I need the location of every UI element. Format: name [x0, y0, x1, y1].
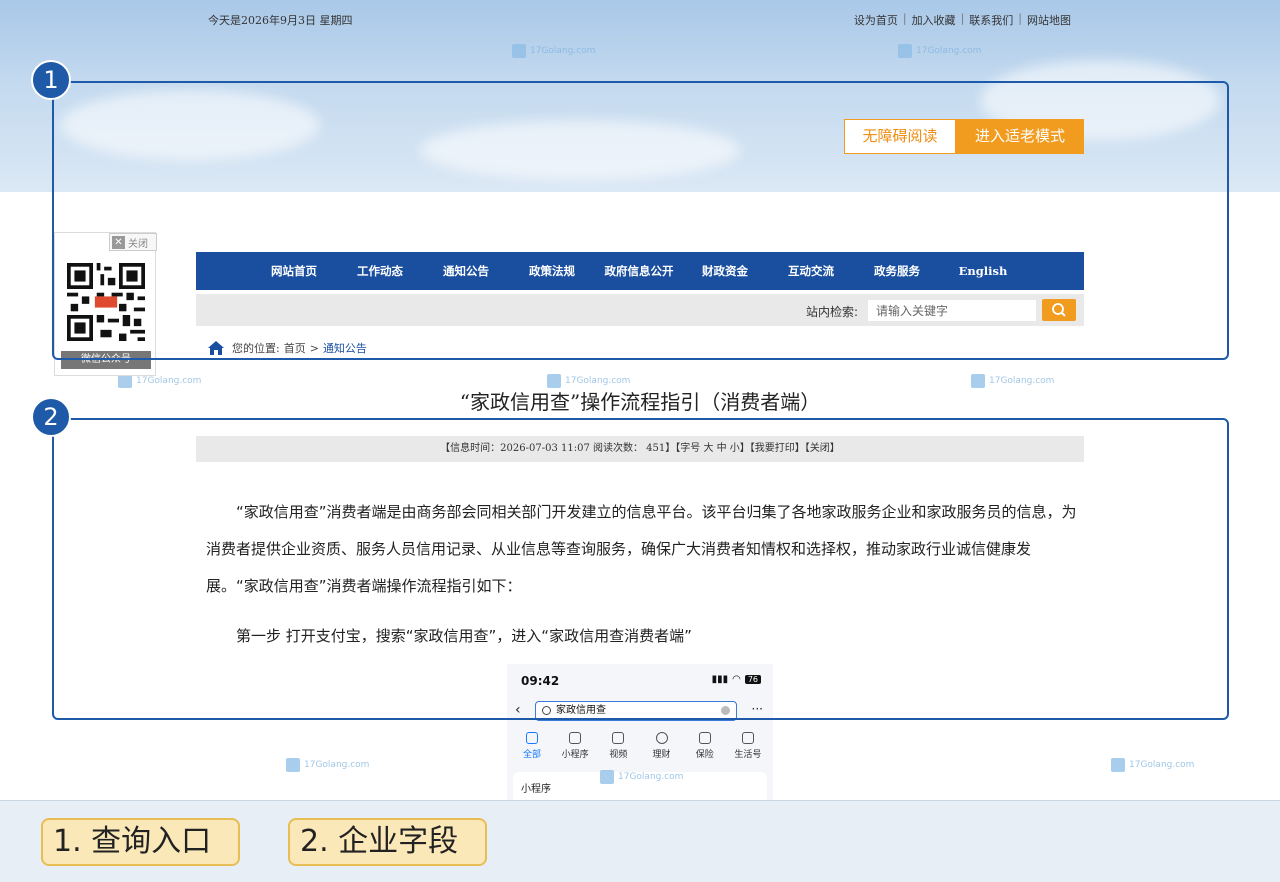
watermark-logo-icon [512, 44, 526, 58]
contact-us-link[interactable]: 联系我们 [964, 12, 1018, 28]
watermark-logo-icon [600, 770, 614, 784]
watermark: 17Golang.com [286, 758, 369, 772]
watermark: 17Golang.com [512, 44, 595, 58]
phone-card-title: 小程序 [521, 784, 551, 795]
top-links: 设为首页 | 加入收藏 | 联系我们 | 网站地图 [849, 12, 1076, 28]
callout-box-1 [52, 81, 1229, 360]
watermark-logo-icon [1111, 758, 1125, 772]
shield-icon [698, 732, 711, 744]
phone-tab-miniapp: 小程序 [556, 732, 594, 760]
callout-badge-2: 2 [31, 397, 71, 437]
watermark: 17Golang.com [118, 374, 201, 388]
legend-chip-2: 2. 企业字段 [288, 818, 487, 866]
set-homepage-link[interactable]: 设为首页 [849, 12, 903, 28]
watermark: 17Golang.com [1111, 758, 1194, 772]
life-account-icon [741, 732, 754, 744]
watermark-logo-icon [286, 758, 300, 772]
cube-icon [569, 732, 582, 744]
phone-tab-insurance: 保险 [686, 732, 724, 760]
watermark-logo-icon [898, 44, 912, 58]
callout-badge-1: 1 [31, 60, 71, 100]
phone-tab-life: 生活号 [729, 732, 767, 760]
article-title: “家政信用查”操作流程指引（消费者端） [459, 390, 821, 414]
grid-icon [526, 732, 538, 744]
legend-footer: 1. 查询入口 2. 企业字段 [0, 800, 1280, 882]
phone-tab-video: 视频 [599, 732, 637, 760]
watermark: 17Golang.com [600, 770, 683, 784]
phone-tab-all: 全部 [513, 732, 551, 760]
watermark: 17Golang.com [898, 44, 981, 58]
phone-tabs: 全部 小程序 视频 理财 保险 生活号 [513, 732, 767, 760]
add-favorite-link[interactable]: 加入收藏 [907, 12, 961, 28]
play-icon [612, 732, 625, 744]
callout-box-2 [52, 418, 1229, 720]
watermark-logo-icon [118, 374, 132, 388]
sitemap-link[interactable]: 网站地图 [1022, 12, 1076, 28]
yen-icon [655, 732, 668, 744]
top-utility-bar: 今天是2026年9月3日 星期四 设为首页 | 加入收藏 | 联系我们 | 网站… [196, 0, 1084, 38]
current-date: 今天是2026年9月3日 星期四 [208, 14, 353, 27]
legend-chip-1: 1. 查询入口 [41, 818, 240, 866]
phone-tab-finance: 理财 [643, 732, 681, 760]
